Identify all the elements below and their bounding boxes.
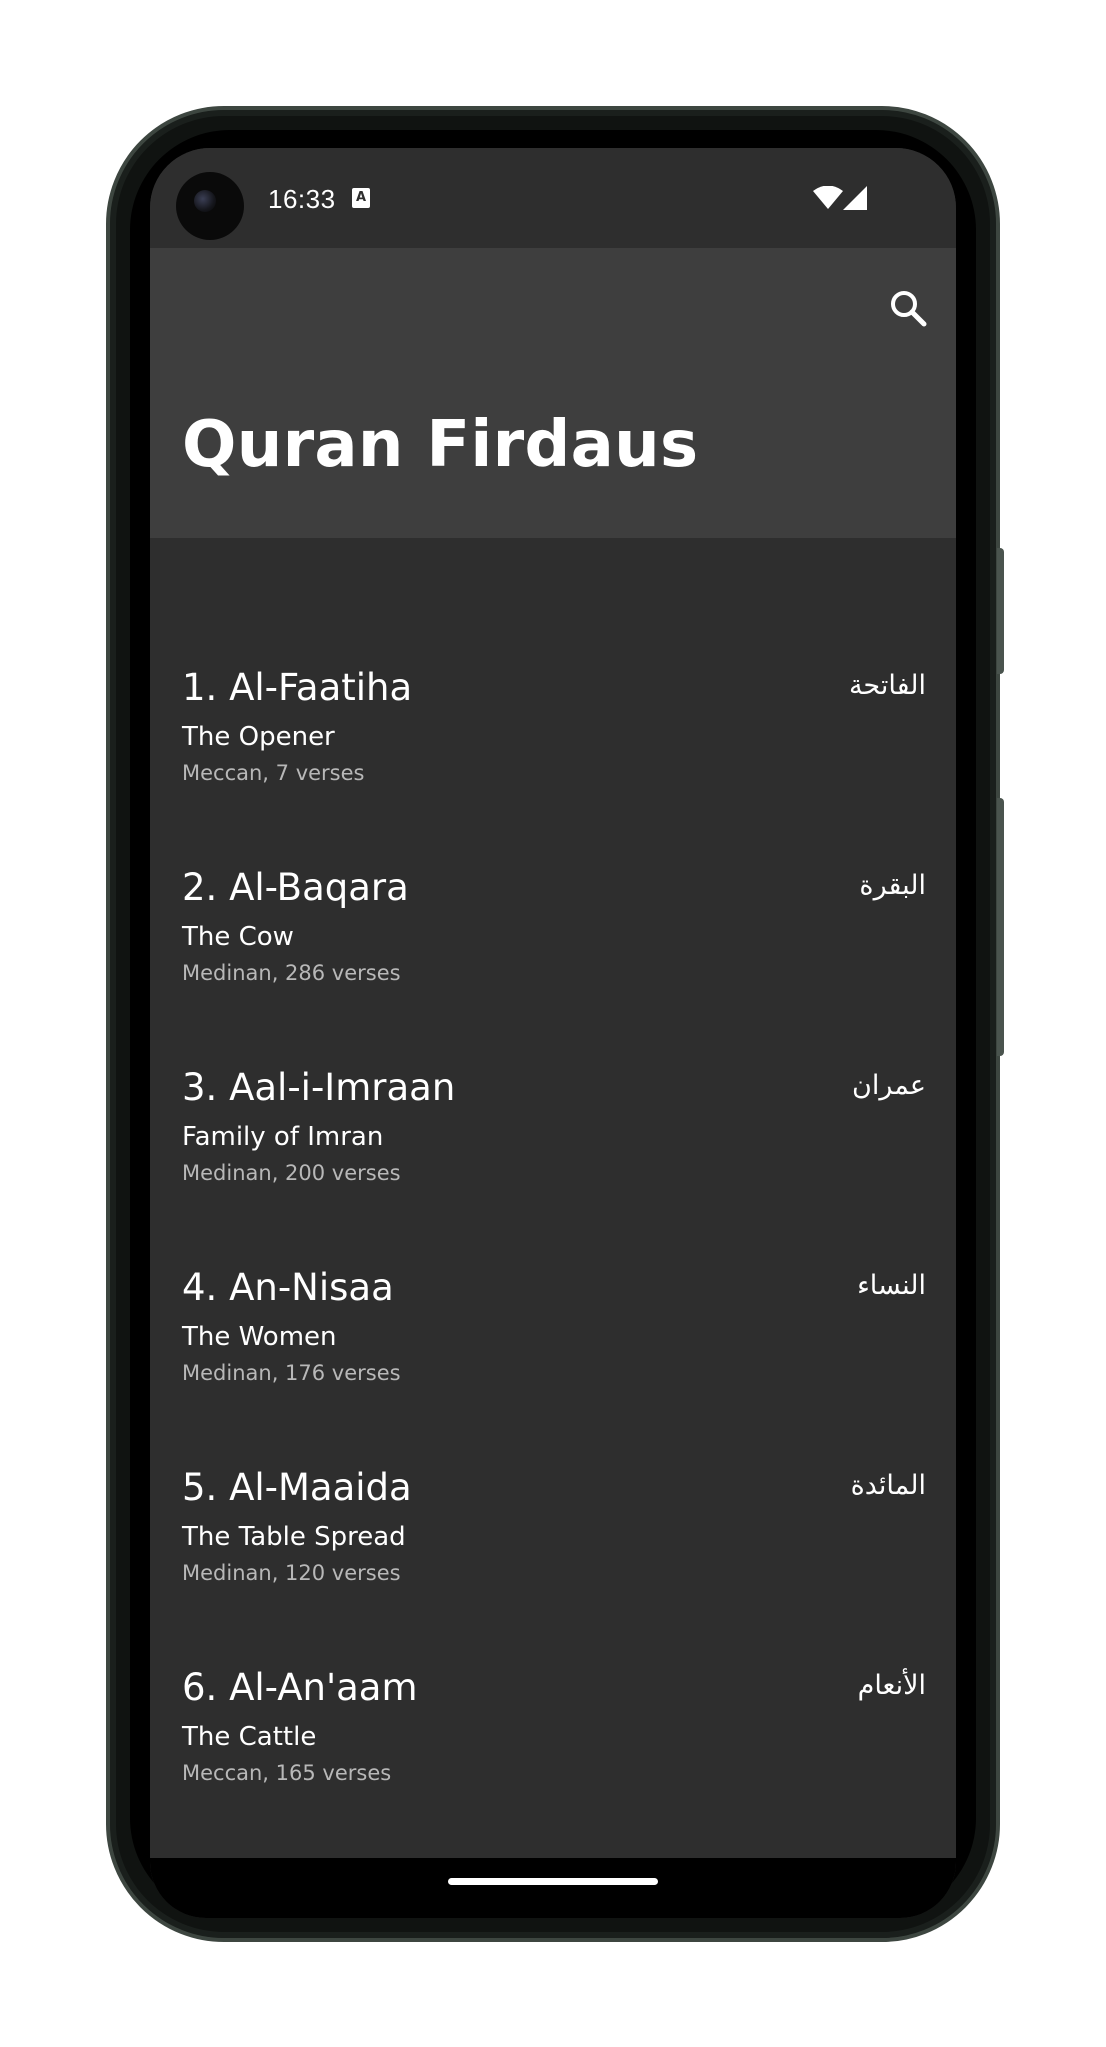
surah-arabic-name: المائدة [850,1470,926,1501]
surah-list-item[interactable]: 2. Al-Baqara The Cow Medinan, 286 verses… [150,866,956,1066]
status-bar: 16:33 A [150,148,956,248]
front-camera [176,172,244,240]
app-bar: Quran Firdaus [150,248,956,538]
volume-rocker [997,798,1004,1056]
surah-name: 4. An-Nisaa [182,1266,394,1309]
wifi-icon [813,186,843,209]
surah-arabic-name: الأنعام [857,1670,926,1701]
surah-name: 2. Al-Baqara [182,866,409,909]
surah-arabic-name: النساء [857,1270,926,1301]
surah-arabic-name: البقرة [859,870,926,901]
surah-name: 5. Al-Maaida [182,1466,412,1509]
surah-list-item[interactable]: 1. Al-Faatiha The Opener Meccan, 7 verse… [150,666,956,866]
surah-info: Medinan, 200 verses [182,1161,401,1185]
surah-list-item[interactable]: 4. An-Nisaa The Women Medinan, 176 verse… [150,1266,956,1466]
surah-list-item[interactable]: 6. Al-An'aam The Cattle Meccan, 165 vers… [150,1666,956,1866]
surah-meaning: The Cow [182,922,294,952]
home-gesture-handle[interactable] [448,1878,658,1885]
screen: 16:33 A Quran Firdaus 1. Al-Faatiha The … [150,148,956,1918]
surah-arabic-name: الفاتحة [848,670,926,701]
search-icon [891,291,927,327]
surah-meaning: Family of Imran [182,1122,384,1152]
surah-info: Medinan, 286 verses [182,961,401,985]
surah-info: Medinan, 176 verses [182,1361,401,1385]
surah-info: Meccan, 7 verses [182,761,365,785]
surah-name: 1. Al-Faatiha [182,666,413,709]
search-button[interactable] [884,284,932,332]
surah-name: 6. Al-An'aam [182,1666,418,1709]
surah-meaning: The Opener [182,722,335,752]
surah-info: Meccan, 165 verses [182,1761,392,1785]
gesture-nav-bar [150,1858,956,1918]
surah-info: Medinan, 120 verses [182,1561,401,1585]
power-button [997,548,1004,674]
surah-meaning: The Women [182,1322,337,1352]
status-time: 16:33 [268,184,336,214]
app-title: Quran Firdaus [182,408,699,482]
surah-name: 3. Aal-i-Imraan [182,1066,456,1109]
surah-meaning: The Cattle [182,1722,317,1752]
cell-signal-icon [843,186,867,210]
surah-meaning: The Table Spread [182,1522,406,1552]
surah-list-item[interactable]: 5. Al-Maaida The Table Spread Medinan, 1… [150,1466,956,1666]
surah-arabic-name: عمران [852,1070,926,1101]
surah-list-item[interactable]: 3. Aal-i-Imraan Family of Imran Medinan,… [150,1066,956,1266]
accessibility-a-icon: A [352,188,370,208]
